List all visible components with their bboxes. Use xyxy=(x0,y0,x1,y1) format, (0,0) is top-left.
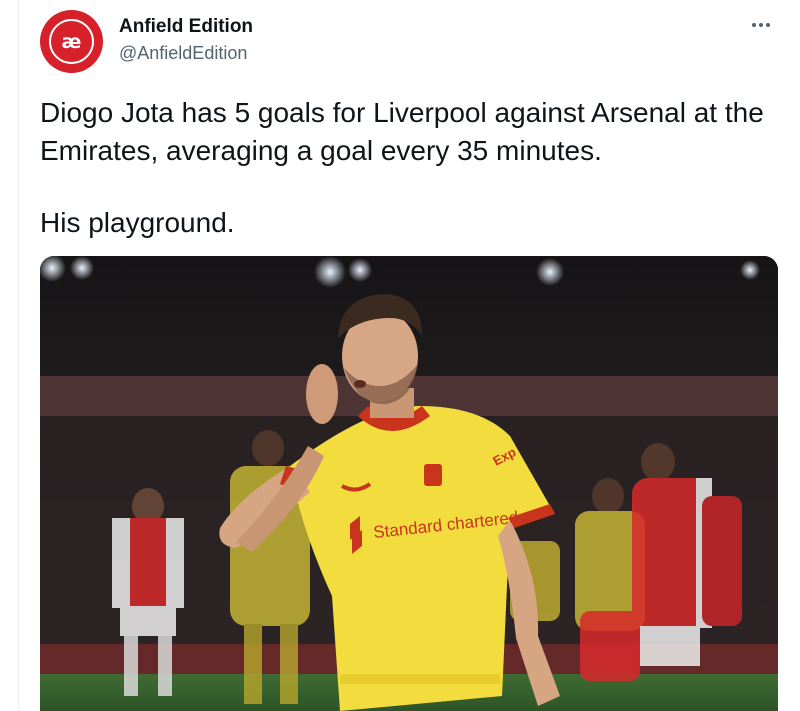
anfield-edition-logo-icon: æ xyxy=(49,19,94,64)
tweet-text-line: Diogo Jota has 5 goals for Liverpool aga… xyxy=(40,97,764,166)
more-dot xyxy=(752,23,756,27)
more-dot xyxy=(766,23,770,27)
more-options-icon[interactable] xyxy=(748,14,774,36)
tweet-header: æ Anfield Edition @AnfieldEdition xyxy=(40,10,780,74)
more-dot xyxy=(759,23,763,27)
avatar[interactable]: æ xyxy=(40,10,103,73)
photo-illustration: Standard chartered Exp xyxy=(40,256,778,711)
avatar-logo-text: æ xyxy=(61,30,82,53)
tweet-photo[interactable]: Standard chartered Exp xyxy=(40,256,778,711)
timeline-divider xyxy=(18,0,19,711)
tweet-text-line: His playground. xyxy=(40,207,235,238)
tweet-text: Diogo Jota has 5 goals for Liverpool aga… xyxy=(40,94,780,242)
author-handle[interactable]: @AnfieldEdition xyxy=(119,43,247,64)
author-display-name[interactable]: Anfield Edition xyxy=(119,16,253,38)
